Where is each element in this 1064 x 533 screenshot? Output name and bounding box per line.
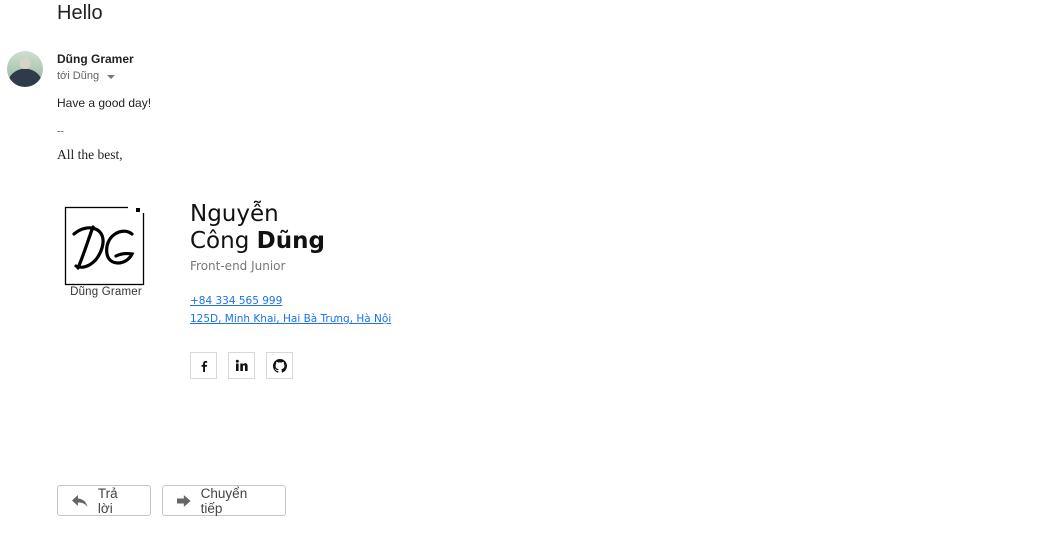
signature-middle-name: Công [190,228,250,254]
signature-last-name: Dũng [256,228,325,254]
signature-name: Nguyễn Công Dũng [190,201,325,255]
github-icon [272,358,287,373]
facebook-icon [201,360,207,372]
sender-avatar[interactable] [7,51,43,87]
signature-first-name: Nguyễn [190,201,279,227]
address-link[interactable]: 125D, Minh Khai, Hai Bà Trưng, Hà Nội [190,313,391,325]
forward-label: Chuyển tiếp [200,485,248,516]
signature-logo [64,205,146,286]
reply-icon [72,494,88,507]
forward-icon [177,494,191,507]
github-link[interactable] [266,352,293,379]
signature-full-line: Công Dũng [190,228,325,255]
reply-label: Trả lời [97,485,118,516]
email-subject: Hello [57,2,103,24]
signature-separator: -- [57,126,64,137]
signature-role: Front-end Junior [190,259,286,273]
details-dropdown-icon[interactable] [107,75,116,79]
phone-link[interactable]: +84 334 565 999 [190,295,282,307]
sender-name[interactable]: Dũng Gramer [57,52,134,66]
logo-caption: Dũng Gramer [70,286,142,298]
recipient-text: tới Dũng [57,70,100,82]
recipient-line: tới Dũng [57,70,116,82]
linkedin-icon [235,359,248,371]
forward-button[interactable]: Chuyển tiếp [162,485,286,516]
facebook-link[interactable] [190,352,217,379]
email-body: Have a good day! [57,96,152,110]
dg-logo-icon [64,205,146,286]
linkedin-link[interactable] [228,352,255,379]
email-closing: All the best, [57,147,123,162]
reply-button[interactable]: Trả lời [57,485,151,516]
